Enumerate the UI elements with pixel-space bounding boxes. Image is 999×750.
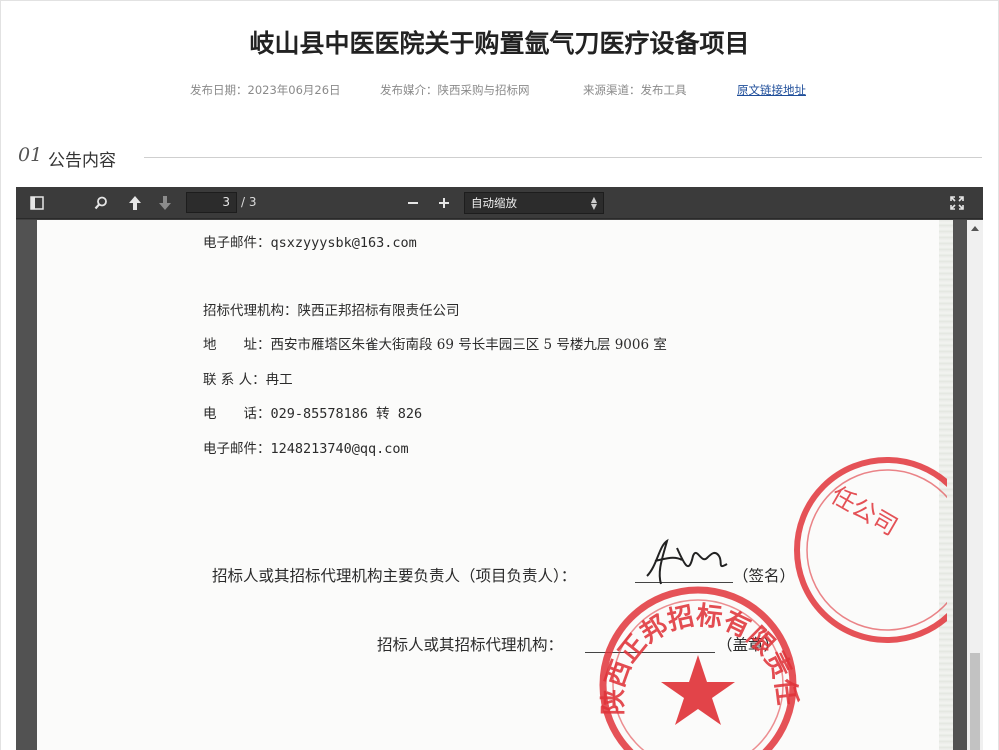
company-seal: 陕西正邦招标有限责任公司 bbox=[593, 575, 802, 750]
publish-date: 发布日期：2023年06月26日 bbox=[190, 83, 341, 97]
zoom-select[interactable]: 自动缩放 ▲ ▼ bbox=[464, 192, 604, 214]
page-count: / 3 bbox=[241, 195, 257, 209]
sidebar-toggle-icon[interactable] bbox=[28, 193, 46, 213]
original-link[interactable]: 原文链接地址 bbox=[737, 82, 806, 98]
pdf-scrollbar[interactable] bbox=[967, 220, 983, 750]
source-channel: 来源渠道：发布工具 bbox=[583, 83, 687, 97]
email1-line: 电子邮件：qsxzyyysbk@163.com bbox=[203, 235, 417, 251]
svg-text:任公司: 任公司 bbox=[826, 481, 902, 541]
phone-line: 电 话：029-85578186 转 826 bbox=[203, 406, 423, 422]
page-number-input[interactable]: 3 bbox=[186, 192, 237, 213]
seal-line: 招标人或其招标代理机构： bbox=[377, 636, 564, 654]
agency-line: 招标代理机构：陕西正邦招标有限责任公司 bbox=[203, 303, 460, 319]
search-icon[interactable] bbox=[92, 193, 110, 213]
email2-line: 电子邮件：1248213740@qq.com bbox=[203, 441, 409, 457]
pdf-page: 电子邮件：qsxzyyysbk@163.com 招标代理机构：陕西正邦招标有限责… bbox=[37, 220, 953, 750]
meta-bar: 发布日期：2023年06月26日 发布媒介：陕西采购与招标网 来源渠道：发布工具… bbox=[0, 82, 999, 98]
zoom-in-icon[interactable] bbox=[435, 193, 453, 213]
chevron-up-down-icon: ▲ ▼ bbox=[590, 195, 597, 211]
pdf-document-area[interactable]: 电子邮件：qsxzyyysbk@163.com 招标代理机构：陕西正邦招标有限责… bbox=[16, 220, 983, 750]
section-divider bbox=[144, 157, 982, 158]
page-title: 岐山县中医医院关于购置氩气刀医疗设备项目 bbox=[249, 29, 750, 58]
zoom-out-icon[interactable] bbox=[404, 193, 422, 213]
next-page-icon[interactable] bbox=[156, 193, 174, 213]
address-line: 地 址：西安市雁塔区朱雀大街南段 69 号长丰园三区 5 号楼九层 9006 室 bbox=[203, 337, 667, 353]
signature-line: 招标人或其招标代理机构主要负责人（项目负责人）： bbox=[212, 567, 577, 585]
section-heading: 01 公告内容 bbox=[18, 144, 982, 171]
pdf-toolbar: 3 / 3 自动缩放 ▲ ▼ bbox=[16, 187, 983, 219]
pdf-viewer: 3 / 3 自动缩放 ▲ ▼ 电子邮件：qsxzyyysbk@163.com 招标… bbox=[16, 187, 983, 750]
zoom-value: 自动缩放 bbox=[471, 196, 517, 210]
contact-line: 联 系 人：冉工 bbox=[203, 372, 293, 388]
fullscreen-icon[interactable] bbox=[948, 193, 966, 213]
scroll-up-icon[interactable] bbox=[971, 226, 979, 231]
scrollbar-thumb[interactable] bbox=[970, 653, 980, 750]
section-number: 01 bbox=[18, 144, 43, 166]
previous-page-icon[interactable] bbox=[126, 193, 144, 213]
publish-media: 发布媒介：陕西采购与招标网 bbox=[380, 83, 530, 97]
section-label: 公告内容 bbox=[48, 151, 116, 171]
